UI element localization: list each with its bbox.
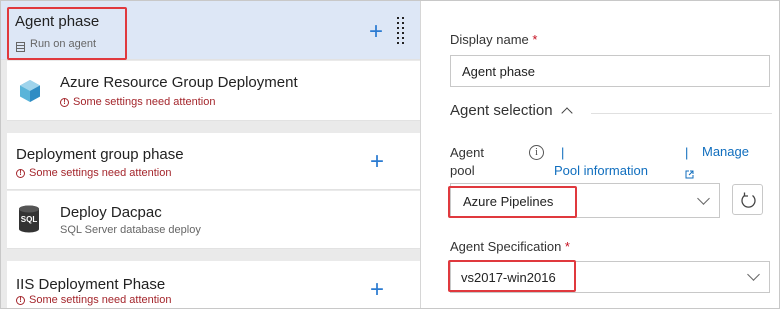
agent-spec-label-text: Agent Specification <box>450 239 562 254</box>
add-task-plus-icon[interactable]: + <box>370 150 384 174</box>
agent-phase-subtitle: Run on agent <box>30 38 97 50</box>
add-task-plus-icon[interactable]: + <box>370 278 384 302</box>
section-divider <box>591 113 772 114</box>
dacpac-task-title: Deploy Dacpac <box>60 204 162 221</box>
required-mark: * <box>564 239 570 254</box>
agent-phase-card[interactable]: Agent phase Run on agent + <box>1 1 420 60</box>
agent-selection-header[interactable]: Agent selection <box>450 102 573 119</box>
server-icon <box>16 39 25 52</box>
external-link-icon[interactable] <box>685 166 694 179</box>
iis-phase-title: IIS Deployment Phase <box>16 276 166 293</box>
agent-spec-select[interactable]: vs2017-win2016 <box>450 261 770 293</box>
info-icon[interactable]: i <box>529 145 544 160</box>
sql-database-icon: SQL <box>18 205 40 233</box>
task-deploy-dacpac[interactable]: SQL Deploy Dacpac SQL Server database de… <box>7 191 420 249</box>
required-mark: * <box>532 32 538 47</box>
refresh-icon <box>741 192 756 208</box>
display-name-label-text: Display name <box>450 32 529 47</box>
iis-phase-warning: ! Some settings need attention <box>16 294 171 306</box>
agent-selection-title: Agent selection <box>450 102 553 119</box>
agent-pool-label-line1: Agent <box>450 145 484 160</box>
warning-icon: ! <box>16 295 25 305</box>
warning-text: Some settings need attention <box>29 167 172 179</box>
warning-icon: ! <box>60 97 69 107</box>
phase-list-panel: Agent phase Run on agent + Azure Resourc… <box>1 1 420 308</box>
warning-text: Some settings need attention <box>73 96 216 108</box>
properties-panel: Display name * Agent phase Agent selecti… <box>420 1 779 308</box>
agent-spec-label: Agent Specification * <box>450 239 570 254</box>
refresh-button[interactable] <box>732 184 763 215</box>
agent-spec-selected-value: vs2017-win2016 <box>461 270 556 285</box>
link-separator: | <box>685 145 689 160</box>
manage-link[interactable]: Manage <box>702 144 749 159</box>
pool-information-link[interactable]: Pool information <box>554 163 648 178</box>
display-name-label: Display name * <box>450 32 537 47</box>
link-separator: | <box>561 145 565 160</box>
agent-pool-label-line2: pool <box>450 163 475 178</box>
add-task-plus-icon[interactable]: + <box>369 20 383 44</box>
drag-handle-icon[interactable] <box>397 17 405 45</box>
deployment-group-warning: ! Some settings need attention <box>16 167 171 179</box>
display-name-input[interactable]: Agent phase <box>450 55 770 87</box>
azure-task-warning: ! Some settings need attention <box>60 96 215 108</box>
chevron-down-icon <box>697 192 710 205</box>
dacpac-task-subtitle: SQL Server database deploy <box>60 224 201 236</box>
warning-icon: ! <box>16 168 25 178</box>
deployment-group-phase-card[interactable]: Deployment group phase ! Some settings n… <box>7 133 420 190</box>
azure-task-title: Azure Resource Group Deployment <box>60 74 298 91</box>
agent-phase-title: Agent phase <box>15 13 100 30</box>
agent-pool-selected-value: Azure Pipelines <box>463 194 554 209</box>
iis-deployment-phase-card[interactable]: IIS Deployment Phase ! Some settings nee… <box>7 261 420 308</box>
chevron-down-icon <box>747 268 760 281</box>
sql-icon-text: SQL <box>20 215 38 224</box>
agent-pool-select[interactable]: Azure Pipelines <box>450 183 720 218</box>
task-azure-resource-group[interactable]: Azure Resource Group Deployment ! Some s… <box>7 61 420 121</box>
chevron-up-icon <box>560 106 573 119</box>
agent-pool-label: Agent pool <box>450 144 484 180</box>
deployment-group-phase-title: Deployment group phase <box>16 146 184 163</box>
warning-text: Some settings need attention <box>29 294 172 306</box>
azure-resource-group-icon <box>19 79 41 103</box>
display-name-value: Agent phase <box>462 63 536 79</box>
